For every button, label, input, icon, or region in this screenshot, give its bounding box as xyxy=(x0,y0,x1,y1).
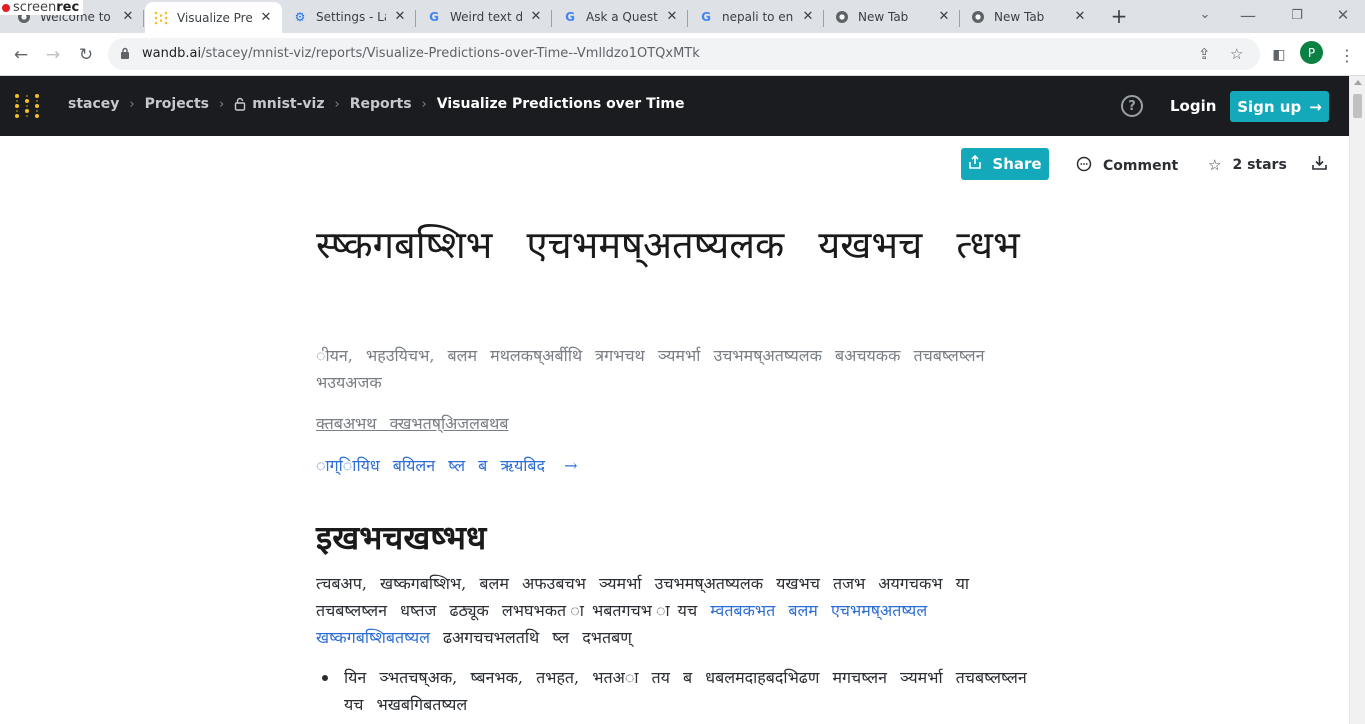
browser-toolbar: ← → ↻ wandb.ai/stacey/mnist-viz/reports/… xyxy=(0,33,1365,76)
tab-title: Visualize Pred xyxy=(177,10,252,25)
close-window-button[interactable]: ✕ xyxy=(1330,2,1356,28)
chrome-icon xyxy=(970,9,986,25)
browser-tab[interactable]: ⚙ Settings - Lan ✕ xyxy=(284,3,416,30)
wandb-header: stacey › Projects › mnist-viz › Reports … xyxy=(0,76,1349,136)
tab-title: Ask a Questio xyxy=(586,9,658,24)
chevron-right-icon: › xyxy=(421,96,427,112)
section-paragraph: त्चबअप, खष्कगबष्शिभ, बलम अफउबचभ ञ्यमर्भा… xyxy=(316,570,1028,651)
record-dot-icon xyxy=(2,3,10,12)
google-icon: G xyxy=(429,9,439,24)
scroll-up-arrow-icon[interactable] xyxy=(1354,80,1362,85)
browser-tab[interactable]: G Weird text dis ✕ xyxy=(418,3,552,30)
unlock-icon xyxy=(234,97,246,111)
chevron-right-icon: › xyxy=(129,96,135,112)
url-text[interactable]: wandb.ai/stacey/mnist-viz/reports/Visual… xyxy=(142,46,700,61)
download-icon[interactable] xyxy=(1311,154,1328,176)
browser-tab-strip: Welcome to C ✕ Visualize Pred ✕ ⚙ Settin… xyxy=(0,0,1365,33)
share-button[interactable]: Share xyxy=(961,148,1049,180)
cta-link-text: ाग्ाियिध बयिलन ष्ल ब ऋयबिद xyxy=(316,456,546,475)
google-icon: G xyxy=(701,9,711,24)
chevron-right-icon: › xyxy=(219,96,225,112)
close-tab-icon[interactable]: ✕ xyxy=(664,9,680,25)
reload-button[interactable]: ↻ xyxy=(73,42,99,68)
breadcrumb-current: Visualize Predictions over Time xyxy=(436,96,685,112)
breadcrumb-user[interactable]: stacey xyxy=(68,96,119,112)
bookmark-star-icon[interactable]: ☆ xyxy=(1230,45,1243,63)
section-heading: इखभचखष्भध xyxy=(316,518,487,557)
tab-title: New Tab xyxy=(858,9,909,24)
url-host: wandb.ai xyxy=(142,46,202,61)
share-page-icon[interactable]: ⇪ xyxy=(1198,45,1211,63)
minimize-window-button[interactable]: — xyxy=(1235,2,1261,28)
report-subtitle: ीयन, भहउयिचभ, बलम मथलकष्अर्बीथि त्रगभचथ … xyxy=(316,346,985,392)
screenrec-watermark: screen rec xyxy=(0,0,84,15)
address-bar[interactable]: wandb.ai/stacey/mnist-viz/reports/Visual… xyxy=(108,38,1260,70)
report-title: स्ष्कगबष्शिभ एचभमष्अतष्यलक यखभच त्धभ xyxy=(316,223,1020,267)
share-icon xyxy=(968,154,982,173)
tab-title: Settings - Lan xyxy=(316,9,386,24)
paragraph-tail: ढअगचचभलतथि ष्ल दभतबण् xyxy=(443,628,632,647)
breadcrumb-project[interactable]: mnist-viz xyxy=(252,96,324,112)
page-scrollbar[interactable] xyxy=(1349,76,1365,724)
profile-avatar[interactable]: P xyxy=(1300,41,1323,64)
signup-button[interactable]: Sign up → xyxy=(1230,91,1329,122)
comment-button[interactable]: Comment xyxy=(1076,156,1178,176)
chrome-menu-icon[interactable]: ⋮ xyxy=(1334,42,1360,68)
wandb-logo-icon[interactable] xyxy=(14,93,40,119)
browser-tab[interactable]: G nepali to eng ✕ xyxy=(690,3,824,30)
settings-gear-icon: ⚙ xyxy=(294,9,306,24)
login-button[interactable]: Login xyxy=(1170,97,1216,115)
close-tab-icon[interactable]: ✕ xyxy=(258,10,274,26)
report-content: स्ष्कगबष्शिभ एचभमष्अतष्यलक यखभच त्धभ ीयन… xyxy=(316,218,1028,714)
star-icon: ☆ xyxy=(1208,156,1222,174)
close-tab-icon[interactable]: ✕ xyxy=(800,9,816,25)
list-item-text: यिन ञ्भतचष्अक, ष्बनभक, तभहत, भतअा तय ब ध… xyxy=(344,668,1027,714)
scroll-thumb[interactable] xyxy=(1353,94,1362,118)
star-button[interactable]: ☆ 2 stars xyxy=(1208,156,1287,174)
back-button[interactable]: ← xyxy=(8,42,34,68)
close-tab-icon[interactable]: ✕ xyxy=(528,9,544,25)
new-tab-button[interactable]: + xyxy=(1106,3,1132,29)
tab-title: Weird text dis xyxy=(450,9,522,24)
list-item: यिन ञ्भतचष्अक, ष्बनभक, तभहत, भतअा तय ब ध… xyxy=(322,664,1028,718)
comment-icon xyxy=(1076,156,1092,176)
browser-tab[interactable]: New Tab ✕ xyxy=(962,3,1096,30)
signup-label: Sign up xyxy=(1237,97,1302,116)
tab-search-chevron-icon[interactable]: ⌄ xyxy=(1192,1,1218,27)
breadcrumb-reports[interactable]: Reports xyxy=(350,96,412,112)
url-path: /stacey/mnist-viz/reports/Visualize-Pred… xyxy=(201,46,700,61)
browser-tab[interactable]: G Ask a Questio ✕ xyxy=(554,3,688,30)
breadcrumb: stacey › Projects › mnist-viz › Reports … xyxy=(68,96,685,112)
close-tab-icon[interactable]: ✕ xyxy=(120,9,136,25)
arrow-right-icon: → xyxy=(1309,97,1322,116)
chrome-icon xyxy=(834,9,850,25)
cta-link[interactable]: ाग्ाियिध बयिलन ष्ल ब ऋयबिद → xyxy=(316,454,578,476)
stars-count: 2 stars xyxy=(1232,157,1287,173)
share-label: Share xyxy=(992,155,1042,173)
forward-button[interactable]: → xyxy=(40,42,66,68)
lock-icon[interactable] xyxy=(120,47,130,62)
arrow-right-icon: → xyxy=(564,456,578,475)
help-icon[interactable]: ? xyxy=(1121,95,1143,117)
wandb-icon xyxy=(153,10,169,26)
google-icon: G xyxy=(565,9,575,24)
breadcrumb-projects[interactable]: Projects xyxy=(145,96,209,112)
report-author-link[interactable]: क्तबअभथ क्खभतष्अिजलबथब xyxy=(316,412,509,434)
close-tab-icon[interactable]: ✕ xyxy=(1072,9,1088,25)
browser-tab[interactable]: New Tab ✕ xyxy=(826,3,960,30)
chevron-right-icon: › xyxy=(334,96,340,112)
comment-label: Comment xyxy=(1103,158,1179,174)
tab-title: New Tab xyxy=(994,9,1045,24)
close-tab-icon[interactable]: ✕ xyxy=(392,9,408,25)
browser-tab-active[interactable]: Visualize Pred ✕ xyxy=(145,2,282,33)
bullet-icon xyxy=(322,675,328,681)
watermark-text: screen xyxy=(13,0,57,15)
tab-title: nepali to eng xyxy=(722,9,794,24)
side-panel-icon[interactable]: ◧ xyxy=(1266,42,1292,68)
watermark-text-bold: rec xyxy=(56,0,80,15)
close-tab-icon[interactable]: ✕ xyxy=(936,9,952,25)
restore-window-button[interactable]: ❐ xyxy=(1284,2,1310,28)
